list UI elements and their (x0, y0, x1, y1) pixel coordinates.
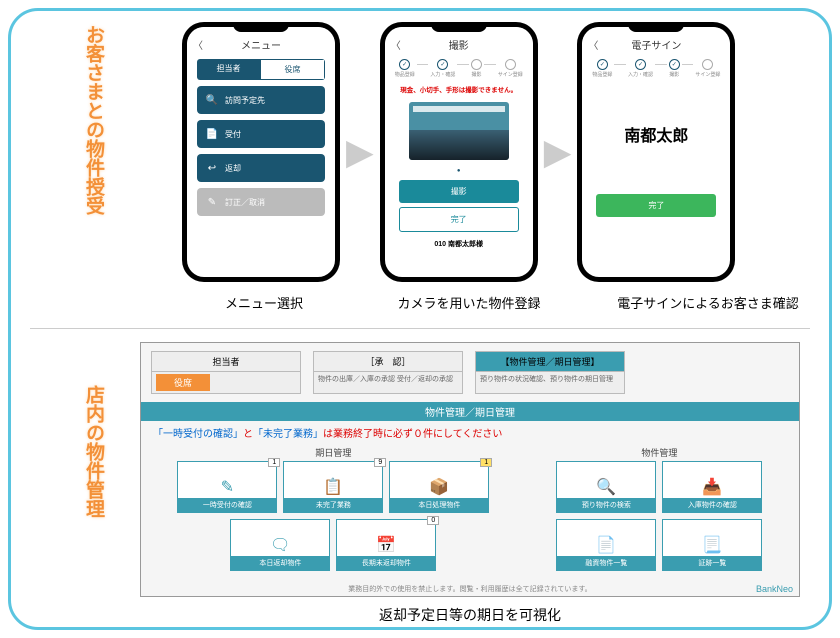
card-icon: 📋 (323, 477, 343, 497)
edit-icon: ✎ (205, 195, 219, 209)
dashboard-card[interactable]: 📥入庫物件の確認 (662, 461, 762, 513)
customer-label: 010 南都太郎様 (385, 236, 533, 252)
card-label: 融資物件一覧 (557, 556, 655, 570)
card-icon: 📅 (376, 535, 396, 555)
phone-title: 電子サイン (631, 41, 681, 52)
caption-sign: 電子サインによるお客さま確認 (598, 293, 818, 312)
desktop-screen: 担当者 役席 ［承 認］ 物件の出庫／入庫の承認 受付／返却の承認 【物件管理／… (140, 342, 800, 597)
dashboard-card[interactable]: 🗨本日返却物件 (230, 519, 330, 571)
dashboard-card[interactable]: 🔍預り物件の検索 (556, 461, 656, 513)
check-icon: ✓ (669, 59, 680, 70)
card-icon: 🗨 (270, 535, 290, 555)
check-icon: ✓ (437, 59, 448, 70)
card-icon: ✎ (221, 477, 234, 497)
dashboard-card[interactable]: 📋未完了業務 9 (283, 461, 383, 513)
step-current (471, 59, 482, 70)
warning-text: 現金、小切手、手形は撮影できません。 (385, 82, 533, 96)
section-label-bottom: 店内の物件管理 (80, 385, 107, 518)
card-label: 本日返却物件 (231, 556, 329, 570)
panel-items: 物件管理 🔍預り物件の検索📥入庫物件の確認📄融資物件一覧📃証跡一覧 (528, 444, 791, 571)
stepper: ✓物品登録 ✓入力・確認 ✓撮影 サイン登録 (582, 55, 730, 82)
caption-desktop: 返却予定日等の期日を可視化 (140, 605, 800, 625)
search-icon: 🔍 (205, 93, 219, 107)
phone-notch (233, 22, 289, 32)
captured-card-image (409, 102, 509, 160)
card-label: 一時受付の確認 (178, 498, 276, 512)
card-icon: 📦 (429, 477, 449, 497)
titlebar: 物件管理／期日管理 (141, 402, 799, 421)
count-badge: 0 (427, 516, 439, 525)
card-icon: 📥 (702, 477, 722, 497)
count-badge: 1 (268, 458, 280, 467)
tab-manage[interactable]: 【物件管理／期日管理】 預り物件の状況確認、預り物件の期日管理 (475, 351, 625, 394)
warning-banner: 「一時受付の確認」と「未完了業務」は業務終了時に必ず０件にしてください (141, 421, 799, 444)
card-label: 預り物件の検索 (557, 498, 655, 512)
done-button[interactable]: 完了 (399, 207, 519, 232)
role-badge: 役席 (156, 374, 210, 391)
back-icon[interactable]: 〈 (391, 37, 401, 52)
brand-logo: BankNeo (756, 584, 793, 594)
card-icon: 📃 (702, 535, 722, 555)
check-icon: ✓ (597, 59, 608, 70)
menu-item-cancel[interactable]: ✎訂正／取消 (197, 188, 325, 216)
doc-icon: 📄 (205, 127, 219, 141)
card-label: 証跡一覧 (663, 556, 761, 570)
return-icon: ↩ (205, 161, 219, 175)
card-label: 入庫物件の確認 (663, 498, 761, 512)
footer-notice: 業務目的外での使用を禁止します。閲覧・利用履歴は全て記録されています。 (141, 584, 799, 594)
segment-control[interactable]: 担当者 役席 (197, 59, 325, 80)
phone-title: メニュー (241, 41, 281, 52)
done-button[interactable]: 完了 (596, 194, 716, 217)
phone-title: 撮影 (449, 41, 469, 52)
dashboard-card[interactable]: ✎一時受付の確認 1 (177, 461, 277, 513)
section-divider (30, 328, 810, 329)
arrow-icon: ▶ (346, 131, 374, 173)
card-label: 長期未返却物件 (337, 556, 435, 570)
check-icon: ✓ (635, 59, 646, 70)
step-pending (505, 59, 516, 70)
back-icon[interactable]: 〈 (193, 37, 203, 52)
tab-approve[interactable]: ［承 認］ 物件の出庫／入庫の承認 受付／返却の承認 (313, 351, 463, 394)
menu-item-visit[interactable]: 🔍訪問予定先 (197, 86, 325, 114)
seg-active[interactable]: 担当者 (197, 59, 260, 80)
card-label: 未完了業務 (284, 498, 382, 512)
caption-camera: カメラを用いた物件登録 (384, 293, 554, 312)
phone-camera: 〈撮影 ✓物品登録 ✓入力・確認 撮影 サイン登録 現金、小切手、手形は撮影でき… (380, 22, 538, 282)
card-icon: 📄 (596, 535, 616, 555)
check-icon: ✓ (399, 59, 410, 70)
card-icon: 🔍 (596, 477, 616, 497)
panel-deadline: 期日管理 ✎一時受付の確認1📋未完了業務9📦本日処理物件1🗨本日返却物件📅長期未… (149, 444, 518, 571)
dashboard-card[interactable]: 📄融資物件一覧 (556, 519, 656, 571)
menu-item-accept[interactable]: 📄受付 (197, 120, 325, 148)
signature-display[interactable]: 南都太郎 (582, 82, 730, 186)
menu-item-return[interactable]: ↩返却 (197, 154, 325, 182)
shoot-button[interactable]: 撮影 (399, 180, 519, 203)
caption-menu: メニュー選択 (182, 293, 346, 312)
dashboard-card[interactable]: 📦本日処理物件 1 (389, 461, 489, 513)
dashboard-card[interactable]: 📃証跡一覧 (662, 519, 762, 571)
count-badge: 1 (480, 458, 492, 467)
arrow-icon: ▶ (544, 131, 572, 173)
seg-inactive[interactable]: 役席 (260, 59, 325, 80)
card-label: 本日処理物件 (390, 498, 488, 512)
tab-staff[interactable]: 担当者 役席 (151, 351, 301, 394)
dashboard-card[interactable]: 📅長期未返却物件 0 (336, 519, 436, 571)
phone-notch (431, 22, 487, 32)
phone-menu: 〈 メニュー 担当者 役席 🔍訪問予定先 📄受付 ↩返却 ✎訂正／取消 (182, 22, 340, 282)
pager-dots: ● (385, 166, 533, 176)
count-badge: 9 (374, 458, 386, 467)
step-current (702, 59, 713, 70)
phone-notch (628, 22, 684, 32)
section-label-top: お客さまとの物件授受 (80, 25, 107, 215)
phone-sign: 〈 電子サイン ✓物品登録 ✓入力・確認 ✓撮影 サイン登録 南都太郎 完了 (577, 22, 735, 282)
stepper: ✓物品登録 ✓入力・確認 撮影 サイン登録 (385, 55, 533, 82)
back-icon[interactable]: 〈 (588, 37, 598, 52)
